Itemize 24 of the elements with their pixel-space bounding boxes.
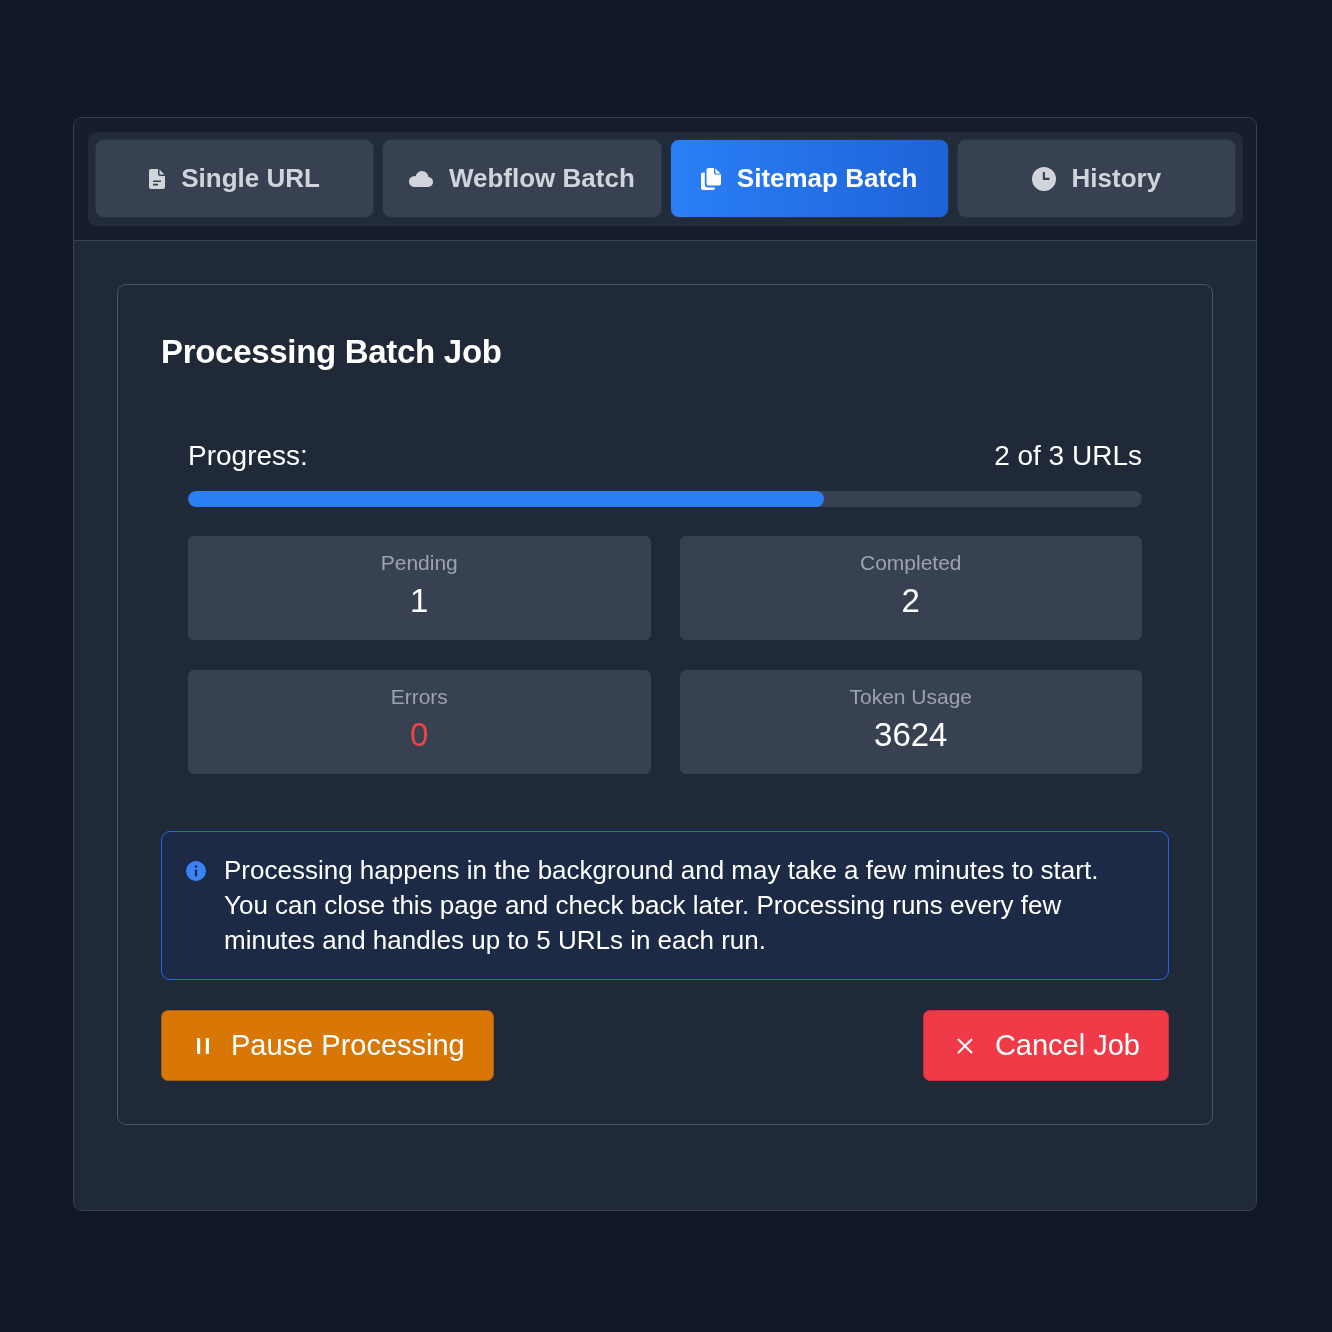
info-icon bbox=[186, 861, 206, 881]
cloud-icon bbox=[408, 170, 433, 187]
stat-label: Pending bbox=[380, 550, 458, 576]
document-icon bbox=[149, 168, 166, 189]
stat-value: 3624 bbox=[874, 716, 948, 754]
stat-value: 1 bbox=[410, 582, 429, 620]
notice-text: Processing happens in the background and may take a few minutes to start. You can close this page and check back later. Processing runs every few minutes and handles up to 5 URLs in each run. bbox=[224, 854, 1100, 957]
stat-label: Completed bbox=[859, 550, 962, 576]
stat-label: Token Usage bbox=[849, 684, 973, 710]
stat-label: Errors bbox=[390, 684, 448, 710]
tab[interactable]: Single URL bbox=[95, 139, 375, 218]
tab[interactable]: History bbox=[956, 139, 1236, 218]
cancel-button[interactable]: Cancel Job bbox=[922, 1010, 1169, 1081]
progress-reading: 2 of 3 URLs bbox=[994, 439, 1142, 473]
tab[interactable]: Webflow Batch bbox=[382, 139, 662, 218]
clock-icon bbox=[1031, 166, 1056, 191]
documents-icon bbox=[700, 167, 721, 190]
progress-label: Progress: bbox=[188, 439, 308, 473]
card-title: Processing Batch Job bbox=[161, 332, 502, 372]
stat-value: 2 bbox=[901, 582, 920, 620]
tab[interactable]: Sitemap Batch bbox=[669, 139, 949, 218]
stat-value: 0 bbox=[410, 716, 429, 754]
pause-icon bbox=[197, 1037, 209, 1054]
close-icon bbox=[956, 1037, 973, 1054]
